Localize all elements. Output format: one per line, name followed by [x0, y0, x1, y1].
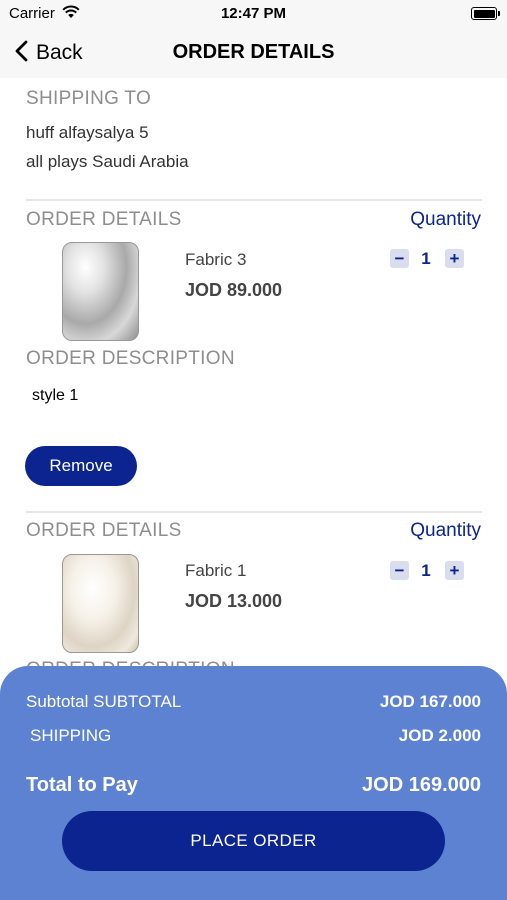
subtotal-label: Subtotal SUBTOTAL — [26, 692, 182, 711]
order-summary-panel: Subtotal SUBTOTAL JOD 167.000 SHIPPING J… — [0, 666, 507, 900]
product-price: JOD 13.000 — [185, 591, 283, 611]
shipping-label: SHIPPING — [30, 726, 112, 745]
total-label: Total to Pay — [26, 774, 138, 796]
quantity-minus-button[interactable]: − — [390, 561, 409, 580]
divider — [26, 199, 482, 201]
address-line-2: all plays Saudi Arabia — [26, 152, 189, 171]
product-name: Fabric 3 — [185, 250, 247, 269]
shipping-heading: SHIPPING TO — [26, 88, 152, 109]
shipping-value: JOD 2.000 — [398, 726, 481, 745]
remove-button[interactable]: Remove — [25, 446, 137, 486]
product-image-gray-fabric — [62, 242, 139, 341]
subtotal-value: JOD 167.000 — [379, 692, 481, 711]
product-price: JOD 89.000 — [185, 280, 283, 300]
order-details-heading: ORDER DETAILS — [26, 209, 182, 230]
total-value: JOD 169.000 — [362, 774, 481, 796]
quantity-minus-button[interactable]: − — [390, 249, 409, 268]
status-bar: Carrier 12:47 PM — [0, 0, 507, 28]
order-description-text: style 1 — [32, 387, 79, 404]
product-image-cream-fabric — [62, 554, 139, 653]
status-time: 12:47 PM — [220, 5, 287, 22]
product-name: Fabric 1 — [185, 561, 247, 580]
battery-icon — [471, 7, 500, 20]
navigation-bar: Back ORDER DETAILS — [0, 28, 507, 78]
quantity-value: 1 — [421, 561, 431, 580]
quantity-heading: Quantity — [410, 209, 481, 230]
divider — [26, 511, 482, 513]
address-line-1: huff alfaysalya 5 — [26, 123, 149, 142]
page-title: ORDER DETAILS — [172, 41, 335, 63]
quantity-heading: Quantity — [410, 520, 481, 541]
place-order-button[interactable]: PLACE ORDER — [62, 811, 445, 871]
quantity-plus-button[interactable]: + — [445, 249, 464, 268]
quantity-plus-button[interactable]: + — [445, 561, 464, 580]
order-details-heading: ORDER DETAILS — [26, 520, 182, 541]
order-description-heading: ORDER DESCRIPTION — [26, 348, 235, 369]
quantity-value: 1 — [421, 249, 431, 268]
